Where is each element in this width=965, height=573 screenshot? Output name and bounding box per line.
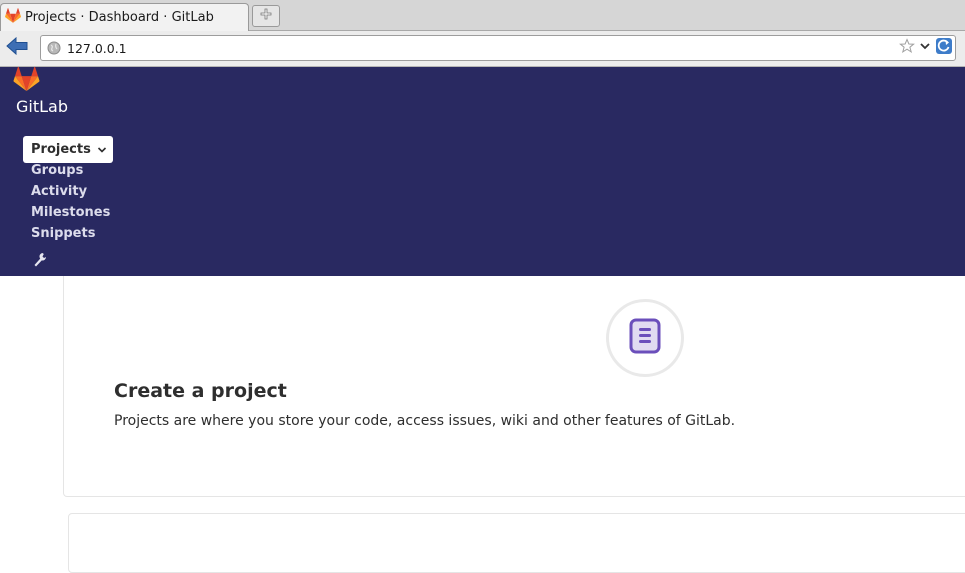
nav-projects-dropdown[interactable]: Projects	[23, 136, 113, 163]
chevron-down-icon[interactable]	[919, 40, 931, 56]
empty-state-title: Create a project	[114, 380, 287, 402]
reload-icon[interactable]	[935, 37, 953, 59]
globe-icon	[47, 41, 61, 55]
back-button[interactable]	[5, 36, 29, 59]
secondary-card	[68, 513, 965, 573]
address-bar[interactable]: 127.0.0.1	[40, 35, 956, 61]
gitlab-header: GitLab Projects Groups Activity Mileston…	[0, 66, 965, 276]
browser-tab-bar: Projects · Dashboard · GitLab	[0, 0, 965, 31]
gitlab-favicon-icon	[5, 8, 21, 27]
nav-groups-link[interactable]: Groups	[31, 163, 83, 178]
nav-projects-label: Projects	[31, 142, 91, 157]
url-text: 127.0.0.1	[67, 40, 127, 56]
plus-icon	[260, 8, 272, 24]
empty-state-description: Projects are where you store your code, …	[114, 413, 736, 429]
browser-nav-bar: 127.0.0.1	[0, 31, 965, 67]
nav-snippets-link[interactable]: Snippets	[31, 226, 95, 241]
wrench-icon[interactable]	[33, 252, 47, 272]
gitlab-brand-name[interactable]: GitLab	[16, 97, 68, 116]
document-icon	[628, 318, 662, 358]
chevron-down-icon	[97, 146, 107, 154]
back-arrow-icon	[6, 36, 28, 59]
bookmark-star-icon[interactable]	[899, 38, 915, 58]
project-illustration	[606, 299, 684, 377]
nav-activity-link[interactable]: Activity	[31, 184, 87, 199]
new-tab-button[interactable]	[252, 5, 280, 27]
browser-tab[interactable]: Projects · Dashboard · GitLab	[0, 3, 249, 31]
browser-tab-title: Projects · Dashboard · GitLab	[25, 10, 214, 25]
nav-milestones-link[interactable]: Milestones	[31, 205, 110, 220]
gitlab-logo-icon[interactable]	[13, 66, 40, 95]
